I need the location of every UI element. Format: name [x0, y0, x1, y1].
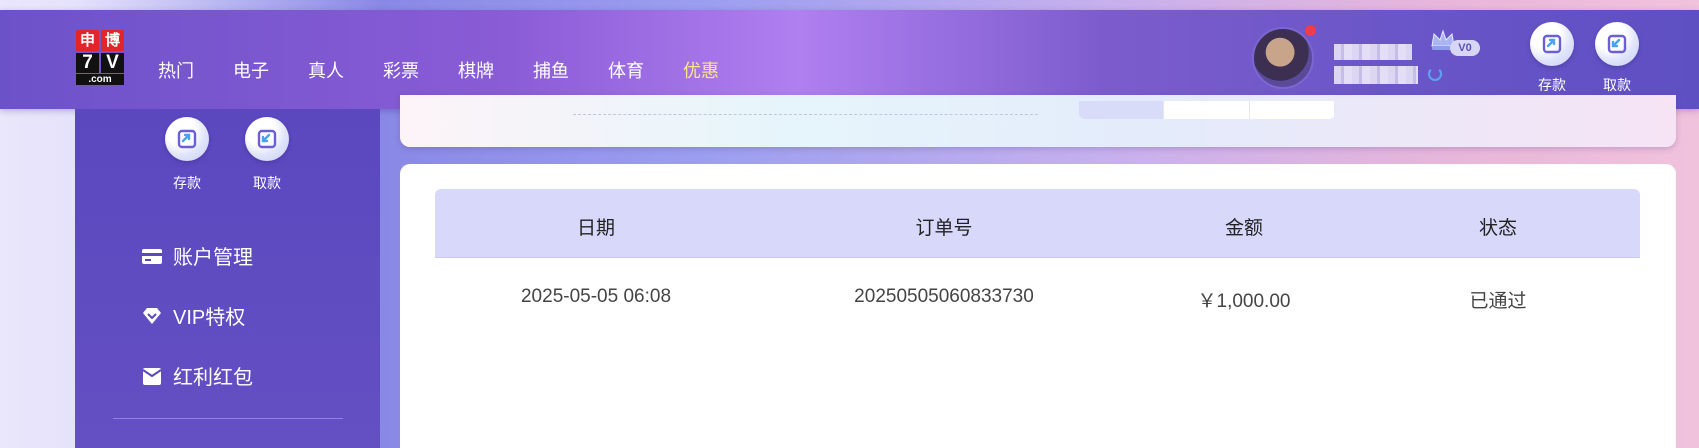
- sidebar-item-vip[interactable]: VIP特权: [141, 301, 245, 330]
- diamond-icon: [143, 307, 161, 324]
- dashed-divider: [573, 114, 1038, 115]
- deposit-label: 存款: [1538, 77, 1566, 93]
- column-header-amount: 金额: [1224, 218, 1264, 239]
- nav-item-sports[interactable]: 体育: [608, 57, 683, 83]
- filter-card: [400, 95, 1676, 147]
- column-header-date: 日期: [576, 218, 616, 239]
- sidebar-deposit-button[interactable]: [165, 117, 209, 161]
- sidebar-item-label: VIP特权: [173, 307, 246, 329]
- withdraw-icon: [1607, 34, 1627, 54]
- sidebar-withdraw-button[interactable]: [245, 117, 289, 161]
- sidebar-item-label: 红利红包: [173, 367, 253, 389]
- filter-tab[interactable]: [1249, 101, 1335, 119]
- envelope-icon: [142, 367, 162, 385]
- filter-tab[interactable]: [1164, 101, 1250, 119]
- sidebar-divider: [113, 418, 343, 419]
- filter-tabs: [1079, 101, 1335, 119]
- card-icon: [142, 248, 162, 264]
- logo-char: 申: [76, 30, 99, 51]
- sidebar-item-account[interactable]: 账户管理: [141, 241, 253, 270]
- cell-order: 20250505060833730: [854, 286, 1034, 307]
- cell-date: 2025-05-05 06:08: [520, 286, 672, 307]
- nav-item-cards[interactable]: 棋牌: [458, 57, 533, 83]
- logo-char: 7: [76, 53, 99, 73]
- nav-item-live[interactable]: 真人: [308, 57, 383, 83]
- deposit-icon: [1542, 34, 1562, 54]
- sidebar: 存款 取款 账户管理 VIP特权 红利红包: [75, 109, 380, 448]
- cell-status: 已通过: [1469, 291, 1527, 312]
- deposit-button[interactable]: [1530, 22, 1574, 66]
- vip-level-badge: V0: [1450, 40, 1480, 56]
- column-header-status: 状态: [1478, 218, 1518, 239]
- filter-tab[interactable]: [1079, 101, 1165, 119]
- nav-item-promotions[interactable]: 优惠: [683, 57, 758, 83]
- withdraw-button[interactable]: [1595, 22, 1639, 66]
- cell-amount: ￥1,000.00: [1197, 291, 1291, 312]
- withdraw-label: 取款: [1603, 77, 1631, 93]
- sidebar-withdraw-label: 取款: [253, 175, 281, 191]
- sidebar-item-bonus[interactable]: 红利红包: [141, 361, 253, 390]
- nav-item-lottery[interactable]: 彩票: [383, 57, 458, 83]
- site-logo[interactable]: 申 博 7 V .com: [76, 30, 124, 86]
- table-header: 日期 订单号 金额 状态: [435, 189, 1640, 258]
- logo-char: V: [101, 53, 124, 73]
- nav-item-hot[interactable]: 热门: [158, 57, 233, 83]
- main-nav: 热门 电子 真人 彩票 棋牌 捕鱼 体育 优惠: [158, 57, 758, 83]
- avatar-icon[interactable]: [1252, 27, 1314, 89]
- sidebar-item-label: 账户管理: [173, 247, 253, 269]
- deposit-icon: [177, 129, 197, 149]
- nav-item-slots[interactable]: 电子: [233, 57, 308, 83]
- records-card: 日期 订单号 金额 状态 2025-05-05 06:08 2025050506…: [400, 164, 1676, 448]
- logo-domain: .com: [76, 74, 124, 85]
- notification-dot: [1305, 25, 1316, 36]
- column-header-order: 订单号: [915, 218, 973, 239]
- nav-item-fishing[interactable]: 捕鱼: [533, 57, 608, 83]
- withdraw-icon: [257, 129, 277, 149]
- username-redacted: [1334, 44, 1412, 60]
- balance-redacted: [1334, 66, 1418, 84]
- refresh-icon[interactable]: [1428, 67, 1442, 81]
- sidebar-deposit-label: 存款: [173, 175, 201, 191]
- logo-char: 博: [101, 30, 124, 51]
